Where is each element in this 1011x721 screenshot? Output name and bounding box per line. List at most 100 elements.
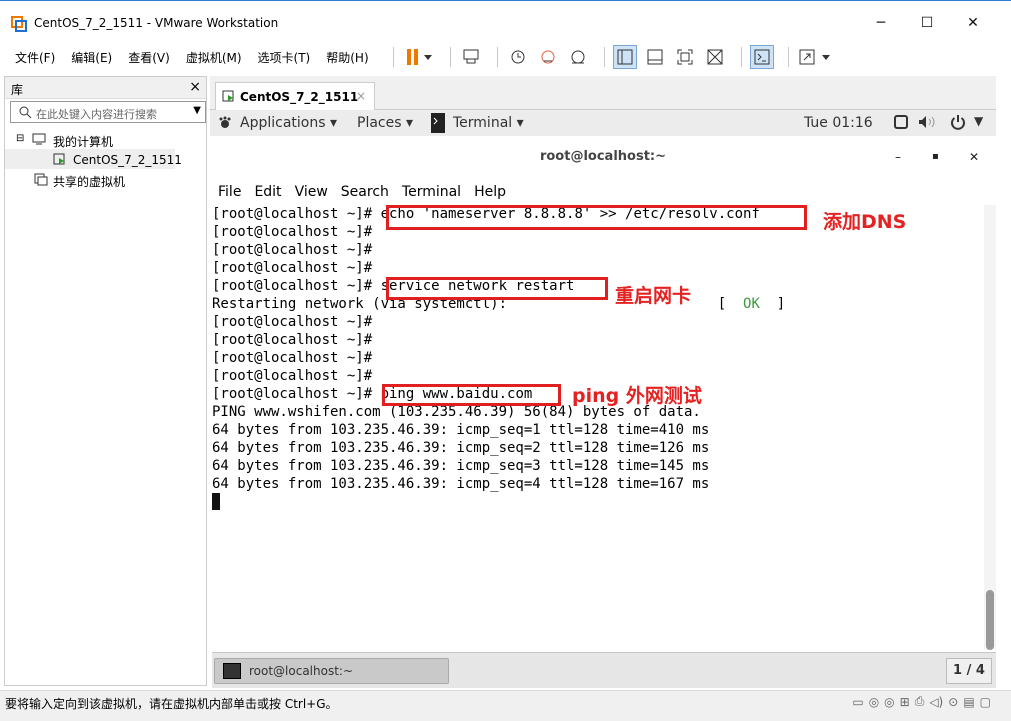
printer-icon[interactable]: ⎙	[915, 694, 925, 709]
highlight-restart-command	[386, 277, 608, 300]
terminal-menu-help[interactable]: Help	[474, 184, 506, 200]
stretch-icon[interactable]	[797, 45, 833, 69]
menu-vm[interactable]: 虚拟机(M)	[186, 49, 242, 66]
tab-centos[interactable]: CentOS_7_2_1511 ×	[215, 82, 375, 110]
search-icon	[19, 106, 32, 119]
window-list-item-terminal[interactable]: root@localhost:~	[214, 658, 449, 684]
window-title: CentOS_7_2_1511 - VMware Workstation	[34, 16, 279, 30]
terminal-line: [root@localhost ~]#	[212, 260, 381, 276]
display-icon[interactable]: ▤	[963, 695, 974, 709]
network-adapter-icon[interactable]: ⊞	[900, 695, 910, 709]
display-icon[interactable]	[894, 115, 908, 129]
terminal-scrollbar[interactable]	[984, 205, 996, 650]
show-library-icon[interactable]	[612, 45, 637, 69]
menu-view[interactable]: 查看(V)	[128, 49, 170, 66]
terminal-menu-search[interactable]: Search	[341, 184, 389, 200]
scrollbar-thumb[interactable]	[986, 590, 994, 650]
terminal-line: 64 bytes from 103.235.46.39: icmp_seq=3 …	[212, 458, 710, 474]
workspace-pager[interactable]: 1 / 4	[946, 658, 992, 684]
chevron-down-icon[interactable]: ▼	[193, 105, 201, 116]
library-close-button[interactable]: ×	[189, 79, 201, 95]
unity-mode-icon[interactable]	[703, 45, 727, 69]
terminal-app-menu[interactable]: Terminal ▾	[453, 115, 524, 131]
tree-item-my-computer[interactable]: ⊟ 我的计算机	[5, 129, 205, 149]
terminal-line: 64 bytes from 103.235.46.39: icmp_seq=1 …	[212, 422, 710, 438]
usb-icon[interactable]: ⊙	[948, 695, 958, 709]
hard-disk-icon[interactable]: ▭	[852, 695, 863, 709]
toolbar-separator	[449, 47, 451, 67]
places-menu[interactable]: Places ▾	[357, 115, 413, 131]
terminal-cursor	[212, 493, 220, 510]
terminal-line: [root@localhost ~]#	[212, 242, 381, 258]
annotation-ping-test: ping 外网测试	[572, 385, 702, 407]
terminal-thumbnail-icon	[223, 663, 241, 679]
terminal-close-button[interactable]: ✕	[969, 150, 979, 164]
cd-rom-icon[interactable]: ◎	[869, 695, 879, 709]
power-icon[interactable]	[950, 114, 966, 130]
terminal-title: root@localhost:~	[539, 149, 667, 164]
tree-item-vm[interactable]: CentOS_7_2_1511	[5, 149, 182, 169]
library-panel: 库 × 在此处键入内容进行搜索 ▼ ⊟ 我的计算机 CentOS_7_2_151…	[4, 76, 207, 686]
tree-label: CentOS_7_2_1511	[73, 153, 182, 167]
terminal-line	[212, 493, 982, 511]
gnome-top-bar: Applications ▾ Places ▾ Terminal ▾ Tue 0…	[210, 110, 996, 136]
console-view-icon[interactable]	[749, 45, 774, 69]
terminal-titlebar: root@localhost:~ – ▪ ✕	[212, 140, 994, 178]
vm-tab-strip: CentOS_7_2_1511 ×	[210, 76, 996, 110]
vm-icon	[53, 153, 65, 165]
terminal-line: [root@localhost ~]#	[212, 350, 381, 366]
toolbar-separator	[787, 47, 789, 67]
toolbar-separator	[496, 47, 498, 67]
snapshot-icon[interactable]	[506, 45, 530, 69]
terminal-menu-terminal[interactable]: Terminal	[402, 184, 461, 200]
terminal-line: [root@localhost ~]#	[212, 332, 381, 348]
terminal-menu-bar: File Edit View Search Terminal Help	[212, 180, 994, 204]
maximize-button[interactable]: ☐	[912, 11, 942, 35]
vm-icon	[222, 90, 234, 102]
tab-label: CentOS_7_2_1511	[240, 90, 359, 104]
device-icons: ▭ ◎ ◎ ⊞ ⎙ ◁) ⊙ ▤ ▢	[847, 694, 991, 709]
terminal-minimize-button[interactable]: –	[895, 150, 901, 164]
cd-rom-icon[interactable]: ◎	[884, 695, 894, 709]
shared-vm-icon	[34, 173, 48, 186]
gnome-window-list: root@localhost:~ 1 / 4	[212, 652, 996, 688]
revert-snapshot-icon[interactable]	[536, 45, 560, 69]
tree-item-shared-vms[interactable]: 共享的虚拟机	[5, 169, 205, 189]
library-tree: ⊟ 我的计算机 CentOS_7_2_1511 共享的虚拟机	[5, 129, 205, 189]
tree-label: 我的计算机	[53, 135, 114, 149]
sound-card-icon[interactable]: ◁)	[929, 695, 943, 709]
close-button[interactable]: ✕	[958, 11, 988, 35]
status-message: 要将输入定向到该虚拟机，请在虚拟机内部单击或按 Ctrl+G。	[5, 697, 338, 711]
system-menu-chevron-icon[interactable]: ▼	[974, 114, 983, 128]
clock[interactable]: Tue 01:16	[804, 115, 873, 131]
collapse-icon[interactable]: ⊟	[16, 133, 24, 144]
tab-close-button[interactable]: ×	[356, 89, 366, 103]
gnome-foot-icon	[219, 116, 231, 128]
message-log-icon[interactable]: ▢	[980, 695, 991, 709]
menu-tabs[interactable]: 选项卡(T)	[258, 49, 311, 66]
terminal-maximize-button[interactable]: ▪	[932, 151, 939, 162]
thumbnail-bar-icon[interactable]	[643, 45, 667, 69]
ok-status: OK	[743, 296, 760, 312]
toolbar-separator	[392, 47, 394, 67]
terminal-menu-view[interactable]: View	[295, 184, 328, 200]
send-ctrl-alt-del-icon[interactable]	[459, 45, 483, 69]
minimize-button[interactable]: ─	[866, 11, 896, 35]
terminal-menu-file[interactable]: File	[218, 184, 241, 200]
pause-icon[interactable]	[402, 45, 436, 69]
vmware-app-icon	[11, 16, 27, 32]
menu-file[interactable]: 文件(F)	[15, 49, 55, 66]
terminal-menu-edit[interactable]: Edit	[254, 184, 281, 200]
menu-help[interactable]: 帮助(H)	[326, 49, 368, 66]
applications-menu[interactable]: Applications ▾	[240, 115, 337, 131]
library-search-input[interactable]: 在此处键入内容进行搜索 ▼	[10, 101, 206, 123]
snapshot-manager-icon[interactable]	[566, 45, 590, 69]
menu-edit[interactable]: 编辑(E)	[71, 49, 112, 66]
annotation-restart-nic: 重启网卡	[615, 285, 692, 307]
terminal-output[interactable]: [root@localhost ~]# echo 'nameserver 8.8…	[212, 205, 982, 650]
highlight-ping-command	[382, 384, 561, 406]
volume-icon[interactable]	[918, 115, 938, 129]
menu-bar: 文件(F) 编辑(E) 查看(V) 虚拟机(M) 选项卡(T) 帮助(H)	[0, 40, 1011, 74]
full-screen-icon[interactable]	[673, 45, 697, 69]
terminal-line: 64 bytes from 103.235.46.39: icmp_seq=4 …	[212, 476, 710, 492]
